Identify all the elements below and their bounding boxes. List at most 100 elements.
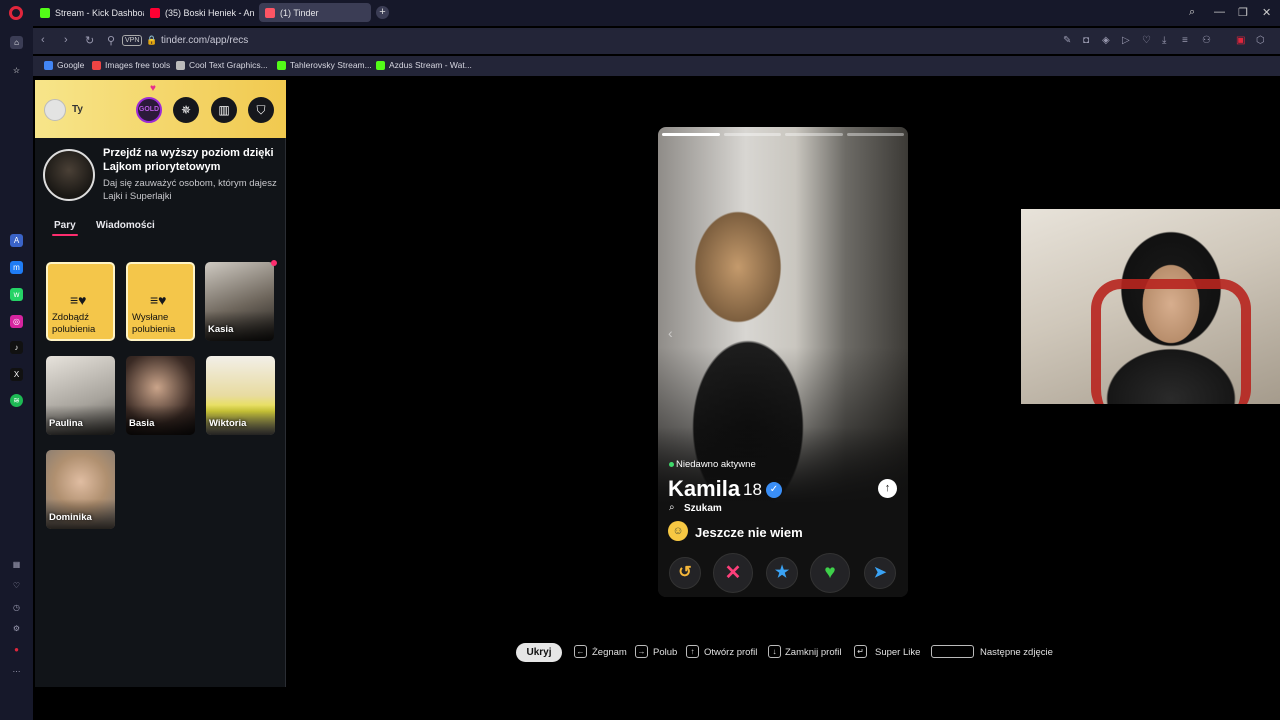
speed-dial-icon[interactable]: ☆	[10, 64, 23, 77]
new-tab-button[interactable]: +	[376, 6, 389, 19]
photo-progress-segment[interactable]	[785, 133, 843, 136]
bookmark-label: Azdus Stream - Wat...	[389, 60, 472, 70]
vpn-badge[interactable]: VPN	[122, 35, 143, 46]
bookmark-cool-text[interactable]: Cool Text Graphics...	[176, 60, 268, 70]
workspaces-icon[interactable]: ▦	[10, 558, 23, 571]
keyboard-shortcuts-bar: Ukryj ← Żegnam → Polub ↑ Otwórz profil ↓…	[516, 642, 1076, 664]
url-input[interactable]: tinder.com/app/recs	[161, 35, 248, 46]
match-card[interactable]: Paulina	[46, 356, 115, 435]
profile-icon[interactable]: ⚇	[1202, 35, 1211, 46]
settings-gear-icon[interactable]: ⚙	[10, 622, 23, 635]
messenger-icon[interactable]: m	[10, 261, 23, 274]
tinder-side-panel: Ty ♥ GOLD ✵ ▥ ⛉ Przejdź na wyższy poziom…	[35, 80, 286, 687]
priority-likes-promo[interactable]: Przejdź na wyższy poziom dzięki Lajkom p…	[35, 138, 286, 208]
panel-header: Ty ♥ GOLD ✵ ▥ ⛉	[35, 80, 286, 138]
tiktok-icon[interactable]: ♪	[10, 341, 23, 354]
enter-key-icon: ↵	[854, 645, 867, 658]
reload-icon[interactable]: ↻	[85, 34, 94, 47]
card-label: Zdobądź polubienia	[52, 312, 96, 335]
bookmark-label: Tahlerovsky Stream...	[290, 60, 372, 70]
tab-messages[interactable]: Wiadomości	[96, 220, 155, 231]
photo-progress-segment[interactable]	[723, 133, 781, 136]
restore-icon[interactable]: ❐	[1238, 6, 1248, 19]
card-label: Wysłane polubienia	[132, 312, 176, 335]
x-icon[interactable]: X	[10, 368, 23, 381]
match-card[interactable]: Kasia	[205, 262, 274, 341]
spotify-icon[interactable]: ≋	[10, 394, 23, 407]
user-label[interactable]: Ty	[72, 104, 83, 115]
rewind-button[interactable]: ↺	[669, 557, 701, 589]
heart-icon[interactable]: ♡	[1142, 35, 1151, 46]
search-icon: ⌕	[669, 502, 675, 513]
history-icon[interactable]: ◷	[10, 601, 23, 614]
bookmarks-heart-icon[interactable]: ♡	[10, 579, 23, 592]
explore-compass-icon[interactable]: ✵	[173, 97, 199, 123]
bookmark-images-free-tools[interactable]: Images free tools	[92, 60, 170, 70]
safety-shield-icon[interactable]: ⛉	[248, 97, 274, 123]
hide-shortcuts-button[interactable]: Ukryj	[516, 643, 562, 662]
shield-icon[interactable]: ◈	[1102, 35, 1110, 46]
open-profile-button[interactable]: ↑	[878, 479, 897, 498]
extensions-icon[interactable]: ⬡	[1256, 35, 1265, 46]
player-icon[interactable]: ▷	[1122, 35, 1130, 46]
tab-youtube[interactable]: (35) Boski Heniek - An	[144, 3, 258, 22]
bookmark-azdus[interactable]: Azdus Stream - Wat...	[376, 60, 472, 70]
minimize-icon[interactable]: —	[1214, 6, 1225, 18]
search-tabs-icon[interactable]: ⌕	[1189, 6, 1195, 19]
prev-photo-icon[interactable]: ‹	[668, 325, 673, 341]
instagram-icon[interactable]: ◎	[10, 315, 23, 328]
snapshot-icon[interactable]: ✎	[1063, 35, 1071, 46]
webcam-chair	[1091, 279, 1251, 404]
shortcut-label: Super Like	[875, 647, 921, 658]
photo-progress-segment[interactable]	[846, 133, 904, 136]
profile-age: 18	[743, 480, 762, 499]
like-button[interactable]: ♥	[810, 553, 850, 593]
left-arrow-key-icon: ←	[574, 645, 587, 658]
avatar[interactable]	[44, 99, 66, 121]
new-match-dot	[271, 260, 277, 266]
home-icon[interactable]: ⌂	[10, 36, 23, 49]
super-like-button[interactable]: ★	[766, 557, 798, 589]
tab-tinder[interactable]: (1) Tinder	[259, 3, 371, 22]
bookmark-google[interactable]: Google	[44, 60, 84, 70]
match-card[interactable]: Dominika	[46, 450, 115, 529]
close-icon[interactable]: ✕	[1262, 6, 1271, 19]
kick-icon	[40, 7, 50, 18]
shortcut-label: Polub	[653, 647, 678, 658]
tab-kick-dashboard[interactable]: Stream - Kick Dashboard	[34, 3, 144, 22]
opera-menu-icon[interactable]	[9, 6, 23, 20]
shortcut-label: Następne zdjęcie	[980, 647, 1053, 658]
profile-name: Kamila	[668, 476, 741, 501]
photo-progress-segment[interactable]	[662, 133, 720, 136]
google-icon	[44, 60, 53, 70]
aria-icon[interactable]: A	[10, 234, 23, 247]
match-name: Wiktoria	[209, 418, 247, 429]
portfolio-icon[interactable]: ▥	[211, 97, 237, 123]
boost-send-button[interactable]: ➤	[864, 557, 896, 589]
bookmarks-bar: Google Images free tools Cool Text Graph…	[33, 56, 1280, 76]
gold-button[interactable]: GOLD	[136, 97, 162, 123]
match-card[interactable]: Wiktoria	[206, 356, 275, 435]
nope-button[interactable]: ✕	[713, 553, 753, 593]
profile-card[interactable]: ‹ Niedawno aktywne Kamila 18 ✓ ↑ ⌕ Szuka…	[658, 127, 908, 597]
cool-text-icon	[176, 60, 185, 70]
opera-small-icon[interactable]: ●	[10, 643, 23, 656]
active-tab-indicator	[52, 234, 78, 236]
sent-likes-card[interactable]: ≡♥ Wysłane polubienia	[126, 262, 195, 341]
download-icon[interactable]: ⤓	[1162, 35, 1166, 46]
location-icon[interactable]: ⚲	[107, 34, 115, 47]
right-arrow-key-icon: →	[635, 645, 648, 658]
webcam-overlay	[1021, 209, 1280, 404]
extension-icon[interactable]: ▣	[1236, 35, 1245, 46]
get-likes-card[interactable]: ≡♥ Zdobądź polubienia	[46, 262, 115, 341]
menu-icon[interactable]: ≡	[1182, 35, 1188, 46]
forward-icon[interactable]: ›	[64, 34, 68, 46]
back-icon[interactable]: ‹	[41, 34, 45, 46]
match-card[interactable]: Basia	[126, 356, 195, 435]
shortcut-label: Otwórz profil	[704, 647, 758, 658]
whatsapp-icon[interactable]: w	[10, 288, 23, 301]
camera-icon[interactable]: ◘	[1083, 35, 1089, 46]
tab-matches[interactable]: Pary	[54, 220, 76, 231]
bookmark-tahlerovsky[interactable]: Tahlerovsky Stream...	[277, 60, 372, 70]
more-icon[interactable]: ⋯	[10, 665, 23, 678]
